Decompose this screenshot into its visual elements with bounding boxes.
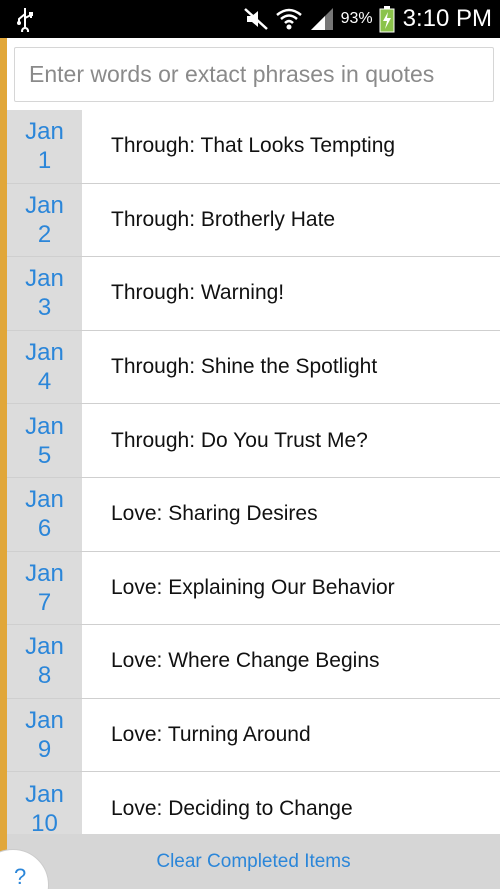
- list-item[interactable]: Jan 9 Love: Turning Around: [7, 698, 500, 773]
- list-item[interactable]: Jan 3 Through: Warning!: [7, 257, 500, 331]
- date-day: 10: [31, 809, 58, 834]
- devotional-list-screen: Jan 1 Through: That Looks Tempting Jan 2…: [0, 38, 500, 889]
- list-item[interactable]: Jan 10 Love: Deciding to Change: [7, 772, 500, 834]
- date-badge: Jan 6: [7, 477, 82, 551]
- item-title: Through: Do You Trust Me?: [111, 428, 368, 452]
- date-month: Jan: [25, 191, 64, 219]
- item-title: Love: Sharing Desires: [111, 502, 318, 526]
- item-title: Love: Where Change Begins: [111, 649, 380, 673]
- item-title: Love: Explaining Our Behavior: [111, 575, 395, 599]
- date-badge: Jan 10: [7, 772, 82, 834]
- date-badge: Jan 5: [7, 404, 82, 477]
- item-title: Through: Brotherly Hate: [111, 207, 336, 231]
- item-title: Through: Warning!: [111, 281, 285, 305]
- usb-icon: [17, 8, 33, 32]
- date-month: Jan: [25, 339, 64, 367]
- date-day: 2: [37, 220, 52, 248]
- list-item[interactable]: Jan 7 Love: Explaining Our Behavior: [7, 551, 500, 626]
- date-day: 8: [37, 662, 52, 690]
- date-badge: Jan 3: [7, 257, 82, 330]
- list-item[interactable]: Jan 8 Love: Where Change Begins: [7, 625, 500, 699]
- wifi-icon: [275, 8, 302, 30]
- battery-charging-icon: [379, 6, 395, 33]
- signal-icon: [310, 8, 333, 30]
- date-month: Jan: [25, 265, 64, 293]
- battery-percent: 93%: [340, 10, 373, 27]
- item-title: Through: That Looks Tempting: [111, 134, 396, 158]
- date-month: Jan: [25, 412, 64, 440]
- date-day: 4: [37, 368, 52, 396]
- mute-icon: [243, 8, 268, 30]
- list-item[interactable]: Jan 1 Through: That Looks Tempting: [7, 110, 500, 184]
- item-title: Through: Shine the Spotlight: [111, 355, 378, 379]
- date-badge: Jan 4: [7, 330, 82, 404]
- date-month: Jan: [25, 559, 64, 587]
- clear-completed-button[interactable]: Clear Completed Items: [156, 851, 350, 873]
- date-month: Jan: [25, 118, 64, 146]
- date-month: Jan: [25, 633, 64, 661]
- bottom-bar: Clear Completed Items: [7, 834, 500, 889]
- date-badge: Jan 8: [7, 625, 82, 698]
- date-day: 3: [37, 294, 52, 322]
- search-bar: [7, 38, 500, 110]
- date-day: 9: [37, 736, 52, 764]
- item-title: Love: Deciding to Change: [111, 796, 353, 820]
- list-item[interactable]: Jan 2 Through: Brotherly Hate: [7, 183, 500, 258]
- list-item[interactable]: Jan 5 Through: Do You Trust Me?: [7, 404, 500, 478]
- date-month: Jan: [25, 780, 64, 808]
- date-badge: Jan 7: [7, 551, 82, 625]
- reading-list: Jan 1 Through: That Looks Tempting Jan 2…: [7, 110, 500, 834]
- search-input[interactable]: [14, 47, 494, 102]
- date-day: 5: [37, 441, 52, 469]
- clock: 3:10 PM: [402, 5, 492, 32]
- date-badge: Jan 9: [7, 698, 82, 772]
- date-badge: Jan 2: [7, 183, 82, 257]
- date-month: Jan: [25, 486, 64, 514]
- list-item[interactable]: Jan 4 Through: Shine the Spotlight: [7, 330, 500, 405]
- date-day: 6: [37, 515, 52, 543]
- date-day: 7: [37, 588, 52, 616]
- item-title: Love: Turning Around: [111, 723, 311, 747]
- date-day: 1: [37, 147, 52, 175]
- date-month: Jan: [25, 707, 64, 735]
- help-icon: ?: [14, 864, 27, 889]
- list-item[interactable]: Jan 6 Love: Sharing Desires: [7, 477, 500, 552]
- status-bar: 93% 3:10 PM: [0, 0, 500, 38]
- date-badge: Jan 1: [7, 110, 82, 183]
